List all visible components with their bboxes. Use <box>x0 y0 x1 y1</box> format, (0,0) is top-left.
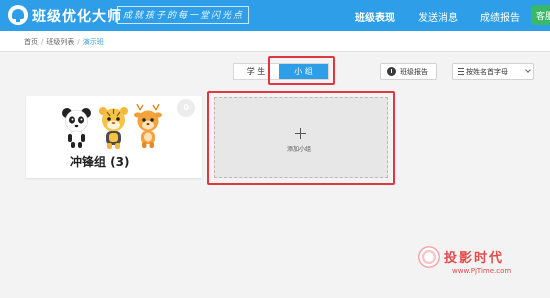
nav-grade-report[interactable]: 成绩报告 <box>480 9 520 24</box>
watermark-url: www.PjTime.com <box>452 267 512 275</box>
highlight-box-tab <box>268 56 335 85</box>
group-name: 冲锋组 (3) <box>70 155 130 169</box>
top-nav-bar: 班级优化大师 成就孩子的每一堂闪光点 班级表现 发送消息 成绩报告 客服 <box>0 0 550 31</box>
class-report-label: 班级报告 <box>400 68 428 76</box>
group-score-badge: 0 <box>177 99 195 117</box>
chevron-down-icon <box>525 67 531 73</box>
breadcrumb-current: 演示班 <box>82 38 104 46</box>
app-title: 班级优化大师 <box>32 9 122 25</box>
breadcrumb-class-list[interactable]: 班级列表 <box>46 38 74 46</box>
deer-avatar <box>134 104 162 148</box>
sort-dropdown[interactable]: 按姓名首字母 <box>452 63 534 80</box>
nav-class-performance[interactable]: 班级表现 <box>355 9 395 24</box>
breadcrumb-separator: / <box>41 38 44 46</box>
breadcrumb-separator: / <box>77 38 80 46</box>
sort-label: 按姓名首字母 <box>466 68 508 76</box>
breadcrumb-home[interactable]: 首页 <box>24 38 38 46</box>
class-report-button[interactable]: 班级报告 <box>380 63 437 80</box>
logo-icon <box>8 5 28 25</box>
group-avatars <box>62 104 162 149</box>
chart-icon <box>387 67 396 76</box>
panda-avatar <box>62 108 91 148</box>
highlight-box-add-group <box>207 91 395 185</box>
nav-send-message[interactable]: 发送消息 <box>418 9 458 24</box>
breadcrumb: 首页 / 班级列表 / 演示班 <box>0 31 550 52</box>
slogan: 成就孩子的每一堂闪光点 <box>123 11 245 21</box>
sort-icon <box>458 68 464 75</box>
customer-service-button[interactable]: 客服 <box>531 5 550 25</box>
watermark-title: 投影时代 <box>444 251 505 266</box>
tiger-avatar <box>99 107 128 149</box>
watermark-logo-icon <box>418 246 440 268</box>
